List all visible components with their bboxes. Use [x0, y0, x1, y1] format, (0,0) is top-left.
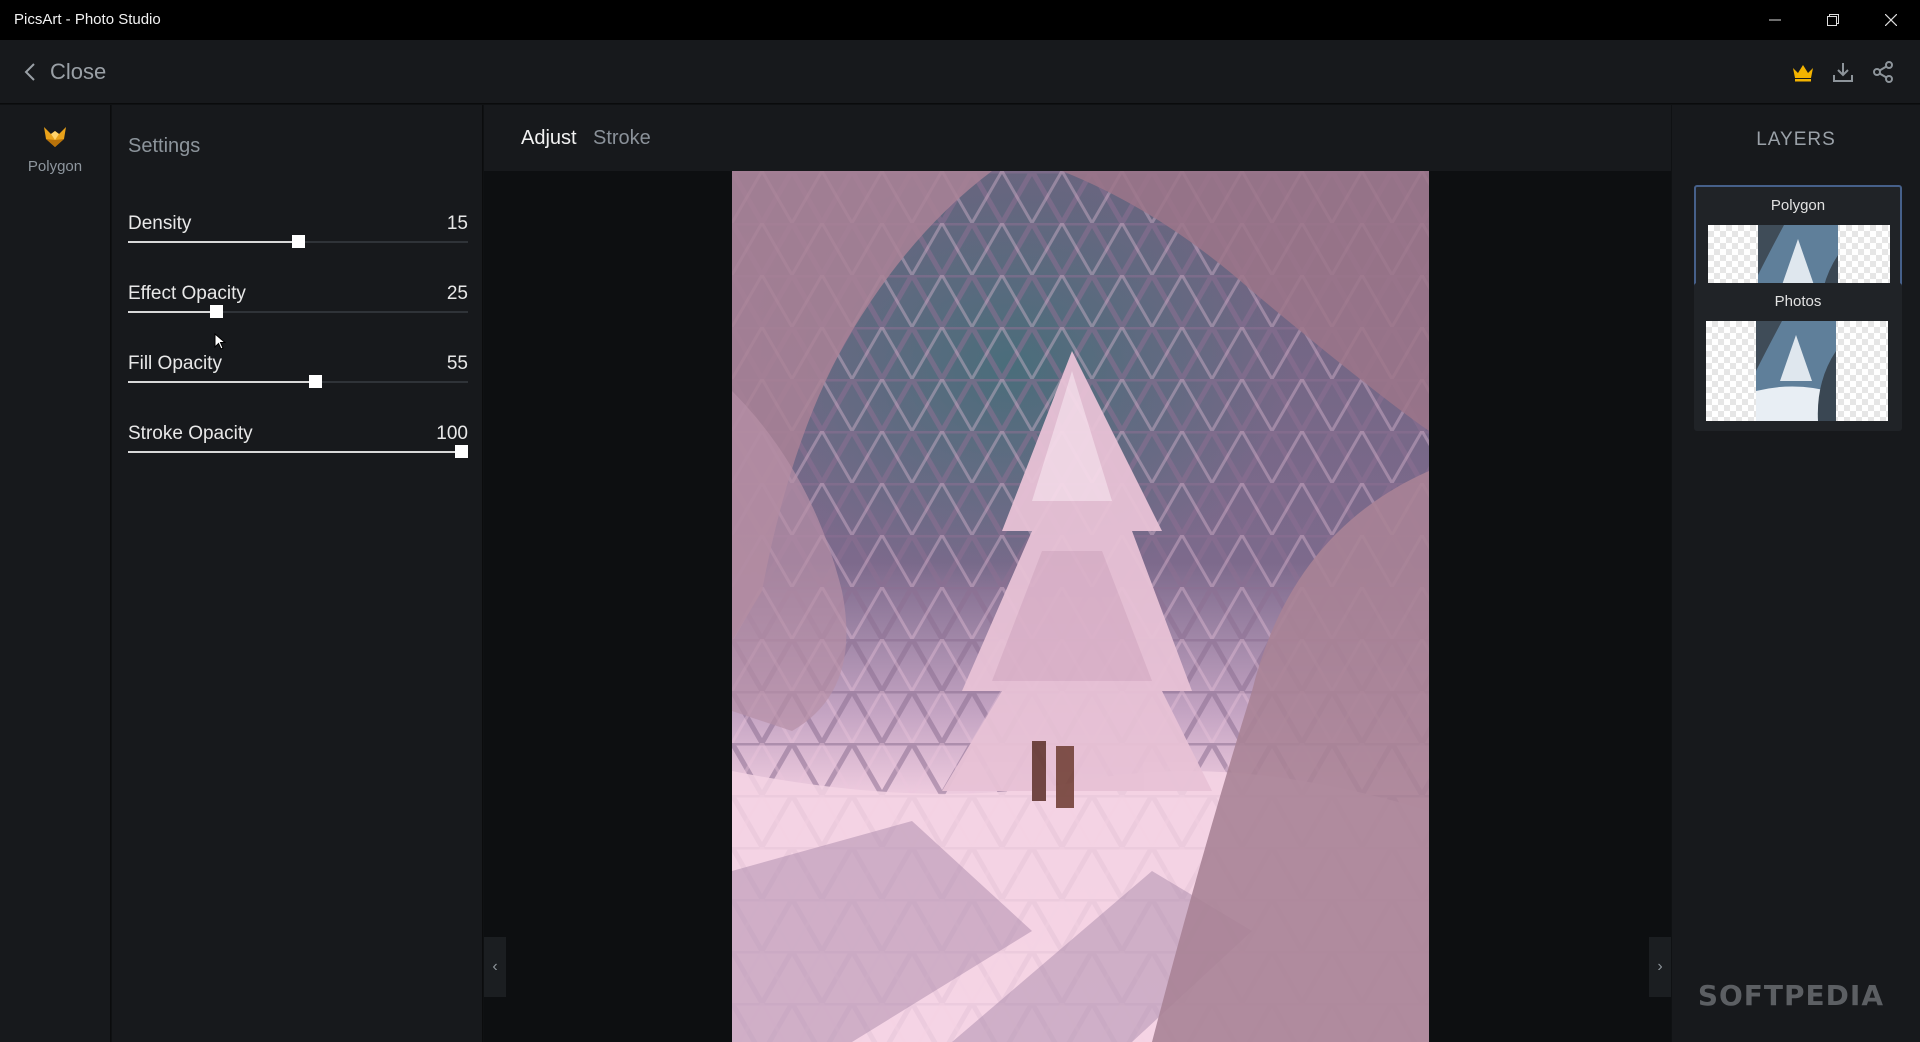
stroke-opacity-slider-row: Stroke Opacity 100	[128, 423, 469, 473]
layer-name: Polygon	[1770, 197, 1826, 214]
effect-opacity-slider-row: Effect Opacity 25	[128, 283, 468, 333]
edited-photo	[732, 171, 1429, 1042]
density-slider[interactable]	[128, 235, 468, 248]
effect-opacity-slider[interactable]	[128, 305, 468, 318]
window-title: PicsArt - Photo Studio	[14, 11, 161, 28]
tab-stroke[interactable]: Stroke	[593, 127, 651, 150]
mouse-cursor-icon	[214, 333, 226, 350]
fill-opacity-slider-thumb[interactable]	[309, 375, 322, 388]
top-app-bar: Close	[0, 40, 1920, 104]
fill-opacity-label: Fill Opacity	[128, 353, 222, 374]
premium-crown-button[interactable]	[1790, 59, 1816, 85]
photo-canvas[interactable]	[732, 171, 1429, 1042]
fill-opacity-slider-row: Fill Opacity 55	[128, 353, 468, 403]
share-button[interactable]	[1870, 59, 1896, 85]
close-label: Close	[50, 59, 107, 84]
tool-rail: Polygon	[0, 105, 111, 1042]
layer-thumbnail	[1706, 321, 1888, 421]
effect-opacity-value: 25	[446, 283, 468, 304]
density-slider-thumb[interactable]	[292, 235, 305, 248]
close-window-button[interactable]	[1862, 0, 1920, 40]
polygon-fox-icon	[44, 127, 66, 147]
stroke-opacity-label: Stroke Opacity	[128, 423, 253, 444]
layer-name: Photos	[1774, 293, 1822, 310]
fill-opacity-value: 55	[446, 353, 468, 374]
effect-opacity-label: Effect Opacity	[128, 283, 246, 304]
stroke-opacity-value: 100	[436, 423, 468, 444]
layers-heading: LAYERS	[1756, 129, 1836, 150]
density-label: Density	[128, 213, 192, 234]
stroke-opacity-slider[interactable]	[128, 445, 469, 458]
restore-button[interactable]	[1804, 0, 1862, 40]
density-value: 15	[446, 213, 468, 234]
download-icon	[1833, 63, 1853, 82]
polygon-tool-button[interactable]: Polygon	[14, 125, 96, 175]
layers-panel: LAYERS Polygon Photos	[1672, 105, 1920, 1042]
minimize-button[interactable]	[1746, 0, 1804, 40]
effect-opacity-slider-thumb[interactable]	[210, 305, 224, 318]
crown-icon	[1793, 65, 1813, 82]
collapse-left-panel-button[interactable]: ‹	[484, 937, 506, 997]
tab-adjust[interactable]: Adjust	[521, 127, 577, 150]
close-editor-button[interactable]: Close	[24, 58, 106, 86]
softpedia-watermark: SOFTPEDIA	[1697, 979, 1884, 1012]
close-icon	[1885, 14, 1897, 26]
canvas-workspace: Adjust Stroke ‹ ›	[484, 105, 1671, 1042]
settings-panel: Settings Density 15 Effect Opacity 25 Fi…	[112, 105, 483, 1042]
chevron-left-icon	[24, 63, 35, 81]
restore-icon	[1827, 14, 1839, 26]
window-title-bar: PicsArt - Photo Studio	[0, 0, 1920, 40]
stroke-opacity-slider-thumb[interactable]	[455, 445, 469, 458]
fill-opacity-slider[interactable]	[128, 375, 468, 388]
tab-bar: Adjust Stroke	[484, 105, 1671, 171]
polygon-tool-label: Polygon	[27, 158, 83, 175]
minimize-icon	[1769, 19, 1781, 21]
density-slider-row: Density 15	[128, 213, 468, 263]
layer-item-photos[interactable]: Photos	[1694, 283, 1902, 431]
share-icon	[1873, 61, 1893, 83]
collapse-right-panel-button[interactable]: ›	[1649, 937, 1671, 997]
settings-heading: Settings	[128, 135, 201, 157]
download-button[interactable]	[1830, 59, 1856, 85]
